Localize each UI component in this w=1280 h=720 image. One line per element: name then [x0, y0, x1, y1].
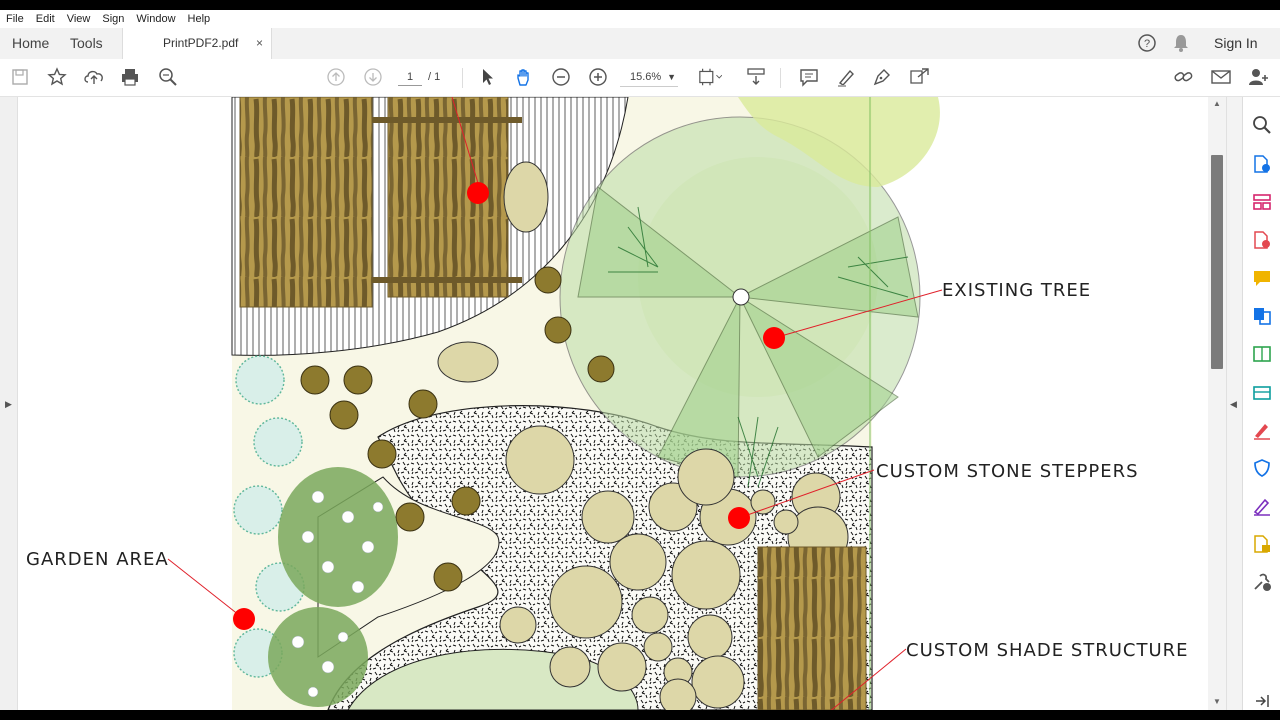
toolbar-divider [780, 68, 781, 88]
add-comment-icon[interactable] [797, 65, 821, 89]
left-panel-collapsed[interactable]: ▶ [0, 97, 18, 710]
landscape-plan-drawing [167, 97, 943, 710]
draw-sign-icon[interactable] [870, 65, 894, 89]
upload-cloud-icon[interactable] [82, 65, 106, 89]
menu-window[interactable]: Window [130, 13, 181, 25]
find-zoom-icon[interactable] [156, 65, 180, 89]
export-pdf-icon[interactable] [1250, 152, 1274, 176]
notifications-icon[interactable] [1172, 28, 1190, 58]
next-page-icon[interactable] [361, 65, 385, 89]
menu-bar: File Edit View Sign Window Help [0, 10, 1280, 28]
scroll-up-arrow-icon[interactable]: ▲ [1213, 99, 1221, 108]
right-panel-toggle-strip[interactable]: ◀ [1226, 97, 1242, 710]
chevron-down-icon: ▼ [667, 72, 676, 82]
scan-icon[interactable] [1250, 380, 1274, 404]
share-review-icon[interactable] [907, 65, 931, 89]
sign-in-link[interactable]: Sign In [1214, 28, 1258, 58]
zoom-in-icon[interactable] [586, 65, 610, 89]
zoom-level-select[interactable]: 15.6% ▼ [620, 67, 678, 87]
prev-page-icon[interactable] [324, 65, 348, 89]
organize-pages-icon[interactable] [1250, 190, 1274, 214]
highlight-pen-icon[interactable] [834, 65, 858, 89]
send-track-icon[interactable] [1250, 532, 1274, 556]
acrobat-window: File Edit View Sign Window Help Home Too… [0, 10, 1280, 710]
vertical-scrollbar[interactable]: ▲ ▼ [1208, 97, 1226, 710]
select-arrow-icon[interactable] [476, 65, 500, 89]
menu-edit[interactable]: Edit [30, 13, 61, 25]
right-tools-panel [1242, 97, 1280, 710]
create-pdf-icon[interactable] [1250, 228, 1274, 252]
callout-existing-tree: EXISTING TREE [942, 280, 1092, 301]
expand-left-panel-icon[interactable]: ▶ [5, 399, 12, 410]
callout-garden-area: GARDEN AREA [26, 549, 169, 570]
toolbar-divider [462, 68, 463, 88]
main-toolbar: 1 / 1 15.6% ▼ [0, 59, 1280, 97]
letterbox-top [0, 0, 1280, 10]
email-icon[interactable] [1209, 65, 1233, 89]
bookmark-star-icon[interactable] [45, 65, 69, 89]
hand-tool-icon[interactable] [512, 65, 536, 89]
scroll-mode-icon[interactable] [744, 65, 768, 89]
page-total: / 1 [428, 71, 441, 83]
zoom-out-icon[interactable] [549, 65, 573, 89]
edit-pdf-icon[interactable] [1250, 342, 1274, 366]
combine-files-icon[interactable] [1250, 304, 1274, 328]
menu-file[interactable]: File [0, 13, 30, 25]
menu-help[interactable]: Help [182, 13, 217, 25]
svg-text:?: ? [1144, 38, 1150, 50]
menu-view[interactable]: View [61, 13, 97, 25]
fit-page-icon[interactable] [698, 65, 722, 89]
share-link-icon[interactable] [1172, 65, 1196, 89]
close-tab-icon[interactable]: × [256, 28, 263, 58]
pdf-page: EXISTING TREE CUSTOM STONE STEPPERS GARD… [18, 97, 1208, 710]
send-signature-icon[interactable] [1250, 494, 1274, 518]
document-tab-title: PrintPDF2.pdf [163, 36, 239, 50]
help-icon[interactable]: ? [1137, 28, 1157, 58]
letterbox-bottom [0, 710, 1280, 720]
add-user-icon[interactable] [1246, 65, 1270, 89]
scroll-down-arrow-icon[interactable]: ▼ [1213, 697, 1221, 706]
fill-sign-icon[interactable] [1250, 418, 1274, 442]
zoom-level-value: 15.6% [630, 71, 662, 83]
page-number-input[interactable]: 1 [398, 68, 422, 86]
protect-icon[interactable] [1250, 456, 1274, 480]
callout-custom-stone-steppers: CUSTOM STONE STEPPERS [876, 461, 1139, 482]
search-icon[interactable] [1250, 113, 1274, 137]
more-tools-icon[interactable] [1250, 570, 1274, 594]
menu-sign[interactable]: Sign [96, 13, 130, 25]
comment-icon[interactable] [1250, 266, 1274, 290]
document-viewport[interactable]: ▶ EXISTING TREE CUSTOM STONE STEPPERS GA… [0, 97, 1242, 710]
callout-custom-shade-structure: CUSTOM SHADE STRUCTURE [906, 640, 1189, 661]
collapse-right-panel-icon[interactable]: ◀ [1230, 399, 1237, 410]
save-icon[interactable] [8, 65, 32, 89]
print-icon[interactable] [118, 65, 142, 89]
scrollbar-thumb[interactable] [1211, 155, 1223, 369]
